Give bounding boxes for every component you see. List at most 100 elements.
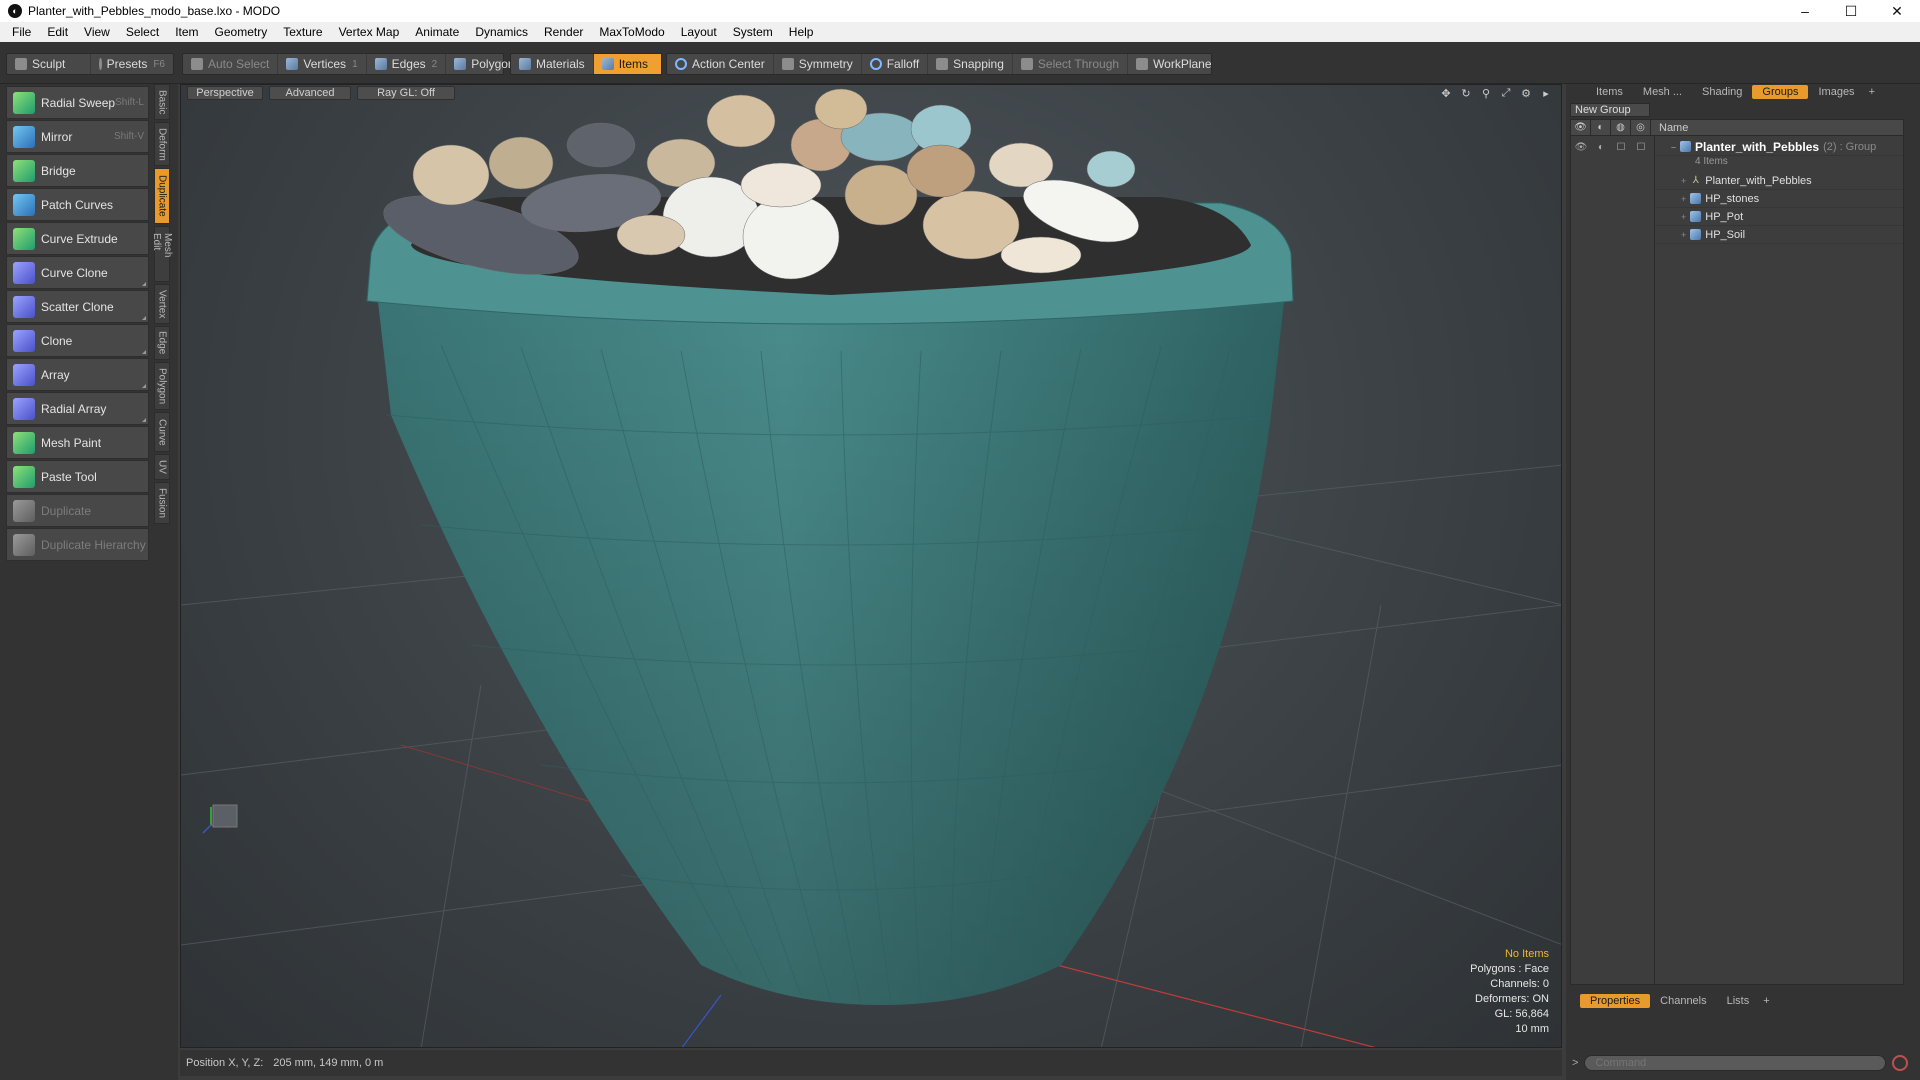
list-item[interactable]: + HP_Pot (1655, 208, 1903, 226)
tab-images[interactable]: Images (1808, 85, 1864, 99)
select-through-button[interactable]: Select Through (1013, 54, 1129, 74)
select-column-icon[interactable]: ◎ (1631, 119, 1651, 136)
snapping-button[interactable]: Snapping (928, 54, 1013, 74)
3d-viewport[interactable]: Perspective Advanced Ray GL: Off ✥ ↻ ⚲ ⤢… (180, 84, 1562, 1048)
menu-select[interactable]: Select (118, 25, 167, 39)
bridge-tool[interactable]: Bridge (6, 154, 149, 187)
menu-dynamics[interactable]: Dynamics (467, 25, 536, 39)
tab-duplicate[interactable]: Duplicate (154, 168, 170, 224)
menu-texture[interactable]: Texture (275, 25, 330, 39)
falloff-button[interactable]: Falloff (862, 54, 929, 74)
render-column-icon[interactable]: ◐ (1591, 119, 1611, 136)
radial-sweep-tool[interactable]: Radial Sweep Shift-L (6, 86, 149, 119)
list-item[interactable]: + HP_Soil (1655, 226, 1903, 244)
scatter-clone-tool[interactable]: Scatter Clone (6, 290, 149, 323)
tab-edge[interactable]: Edge (154, 326, 170, 360)
items-button[interactable]: Items (593, 54, 661, 74)
auto-select-icon (191, 58, 203, 70)
sculpt-button[interactable]: Sculpt (7, 54, 91, 74)
menu-vertex-map[interactable]: Vertex Map (331, 25, 408, 39)
expand-icon[interactable]: + (1681, 194, 1686, 204)
rotate-icon[interactable]: ↻ (1459, 86, 1473, 100)
maximize-button[interactable]: ☐ (1828, 0, 1874, 22)
mesh-paint-tool[interactable]: Mesh Paint (6, 426, 149, 459)
tab-groups[interactable]: Groups (1752, 85, 1809, 99)
materials-button[interactable]: Materials (511, 54, 594, 74)
lock-toggle-icon[interactable]: ☐ (1611, 142, 1631, 153)
tab-curve[interactable]: Curve (154, 412, 170, 452)
mesh-icon (1690, 211, 1702, 222)
mirror-tool[interactable]: Mirror Shift-V (6, 120, 149, 153)
presets-button[interactable]: Presets F6 (91, 54, 173, 74)
tab-channels[interactable]: Channels (1650, 994, 1716, 1008)
radial-sweep-icon (13, 91, 35, 114)
add-properties-tab-button[interactable]: + (1759, 994, 1773, 1008)
add-tab-button[interactable]: + (1865, 85, 1879, 99)
menu-layout[interactable]: Layout (673, 25, 725, 39)
menu-maxtomodo[interactable]: MaxToModo (591, 25, 672, 39)
collapse-icon[interactable]: – (1671, 142, 1676, 152)
tab-deform[interactable]: Deform (154, 122, 170, 166)
tab-ray-gl[interactable]: Ray GL: Off (357, 86, 455, 100)
expand-icon[interactable]: + (1681, 212, 1686, 222)
record-macro-icon[interactable] (1892, 1055, 1909, 1071)
list-item[interactable]: + ⅄ Planter_with_Pebbles (1655, 172, 1903, 190)
list-item[interactable]: + HP_stones (1655, 190, 1903, 208)
action-center-button[interactable]: Action Center (667, 54, 774, 74)
new-group-button[interactable]: New Group (1570, 103, 1650, 117)
tab-lists[interactable]: Lists (1717, 994, 1760, 1008)
radial-array-tool[interactable]: Radial Array (6, 392, 149, 425)
snapping-icon (936, 58, 949, 70)
clone-tool[interactable]: Clone (6, 324, 149, 357)
menu-edit[interactable]: Edit (39, 25, 76, 39)
patch-curves-tool[interactable]: Patch Curves (6, 188, 149, 221)
tab-fusion[interactable]: Fusion (154, 482, 170, 524)
tab-shading[interactable]: Shading (1692, 85, 1752, 99)
command-input[interactable] (1584, 1055, 1887, 1071)
curve-extrude-tool[interactable]: Curve Extrude (6, 222, 149, 255)
menu-help[interactable]: Help (781, 25, 822, 39)
menu-geometry[interactable]: Geometry (207, 25, 276, 39)
tab-mesh-edit[interactable]: Mesh Edit (151, 226, 173, 282)
paste-tool[interactable]: Paste Tool (6, 460, 149, 493)
menu-animate[interactable]: Animate (407, 25, 467, 39)
minimize-button[interactable]: – (1782, 0, 1828, 22)
menu-render[interactable]: Render (536, 25, 591, 39)
expand-icon[interactable]: + (1681, 230, 1686, 240)
curve-clone-tool[interactable]: Curve Clone (6, 256, 149, 289)
menu-system[interactable]: System (725, 25, 781, 39)
viewport-settings-icon[interactable]: ⚙ (1519, 86, 1533, 100)
vertices-button[interactable]: Vertices 1 (278, 54, 367, 74)
symmetry-button[interactable]: Symmetry (774, 54, 862, 74)
tab-vertex[interactable]: Vertex (154, 284, 170, 324)
tab-properties[interactable]: Properties (1580, 994, 1651, 1008)
menu-item[interactable]: Item (167, 25, 206, 39)
tab-polygon[interactable]: Polygon (154, 362, 170, 410)
menu-view[interactable]: View (76, 25, 118, 39)
tab-perspective[interactable]: Perspective (187, 86, 263, 100)
eye-icon[interactable]: 👁 (1571, 142, 1591, 153)
select-toggle-icon[interactable]: ☐ (1631, 142, 1651, 153)
tab-advanced[interactable]: Advanced (269, 86, 351, 100)
viewport-scene[interactable] (181, 85, 1562, 1048)
visibility-column-icon[interactable]: 👁 (1571, 119, 1591, 136)
workplane-button[interactable]: WorkPlane (1128, 54, 1219, 74)
render-toggle-icon[interactable]: ◐ (1591, 142, 1611, 153)
menu-file[interactable]: File (4, 25, 39, 39)
maximize-viewport-icon[interactable]: ⤢ (1499, 86, 1513, 100)
pan-icon[interactable]: ✥ (1439, 86, 1453, 100)
lock-column-icon[interactable]: ◍ (1611, 119, 1631, 136)
zoom-icon[interactable]: ⚲ (1479, 86, 1493, 100)
tab-uv[interactable]: UV (154, 454, 170, 480)
tab-items[interactable]: Items (1586, 85, 1633, 99)
array-tool[interactable]: Array (6, 358, 149, 391)
tab-mesh[interactable]: Mesh ... (1633, 85, 1692, 99)
auto-select-button[interactable]: Auto Select (183, 54, 279, 74)
z-axis-line (681, 994, 722, 1047)
edges-button[interactable]: Edges 2 (367, 54, 447, 74)
close-button[interactable]: ✕ (1874, 0, 1920, 22)
tab-basic[interactable]: Basic (154, 84, 170, 120)
locator-icon: ⅄ (1692, 175, 1699, 186)
viewport-menu-icon[interactable]: ▸ (1539, 86, 1553, 100)
expand-icon[interactable]: + (1681, 176, 1686, 186)
